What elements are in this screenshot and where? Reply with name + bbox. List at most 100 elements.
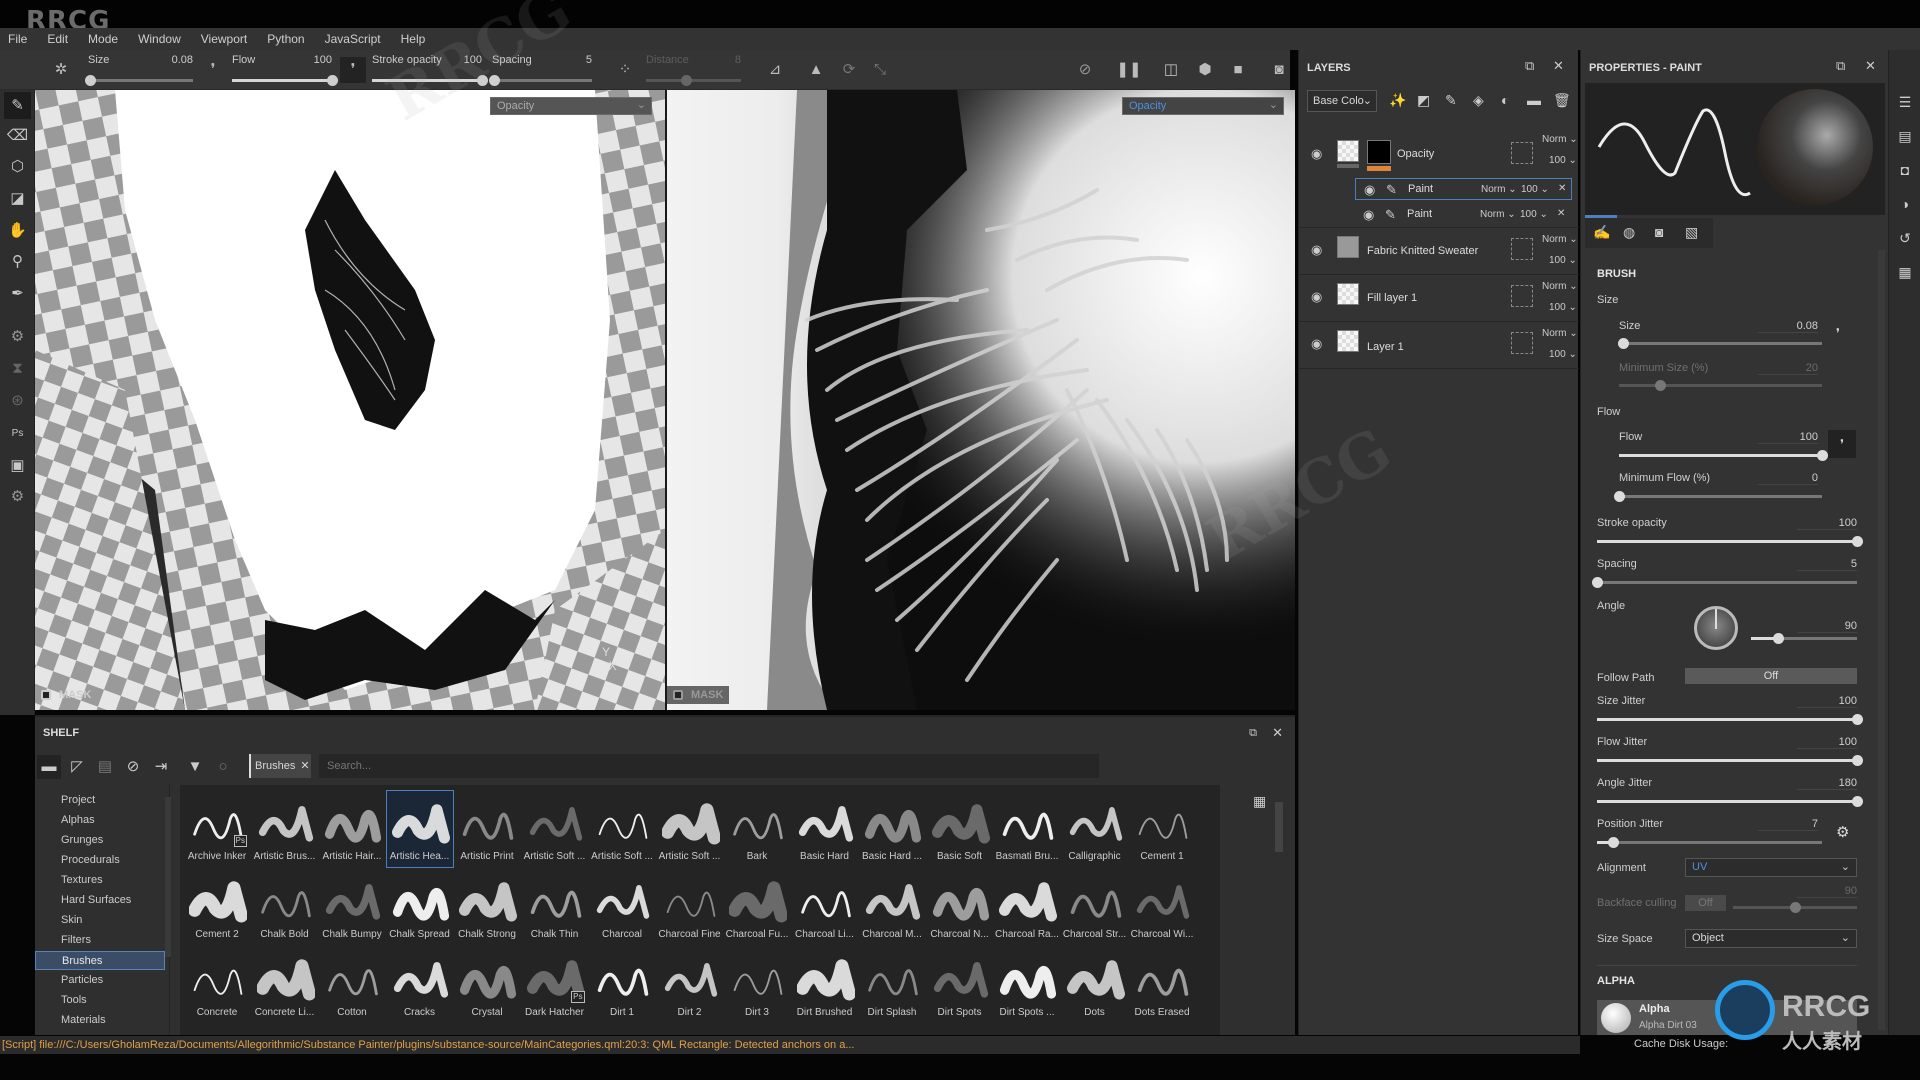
layer-mask-slot[interactable] <box>1511 238 1533 260</box>
shelf-category-grunges[interactable]: Grunges <box>35 831 165 850</box>
layer-mask-slot[interactable] <box>1511 285 1533 307</box>
blend-mode-select[interactable]: Norm ⌄ <box>1481 184 1517 195</box>
size-slider[interactable] <box>1618 338 1822 349</box>
blend-mode-select[interactable]: Norm ⌄ <box>1542 234 1578 245</box>
shelf-item[interactable]: Dirt 1 <box>589 947 655 1023</box>
pen-pressure-icon[interactable]: ❜ <box>1836 326 1840 340</box>
shelf-category-particles[interactable]: Particles <box>35 971 165 990</box>
menu-mode[interactable]: Mode <box>88 32 118 46</box>
min-flow-value[interactable]: 0 <box>1758 472 1818 485</box>
hide-icon[interactable]: ⊘ <box>1072 57 1098 83</box>
size-space-select[interactable]: Object ⌄ <box>1685 929 1857 948</box>
flow-slider[interactable] <box>1619 450 1828 461</box>
shelf-item[interactable]: Artistic Hair... <box>319 791 385 867</box>
grid-view-icon[interactable]: ▦ <box>1253 793 1266 810</box>
close-icon[interactable]: ✕ <box>1553 58 1564 74</box>
shelf-item[interactable]: Chalk Bumpy <box>319 869 385 945</box>
reset-filter-icon[interactable]: ○ <box>211 755 235 779</box>
shelf-category-materials[interactable]: Materials <box>35 1011 165 1030</box>
add-fill-layer-icon[interactable]: ◈ <box>1473 92 1484 109</box>
flow-jitter-value[interactable]: 100 <box>1797 736 1857 749</box>
shelf-item[interactable]: Dark Hatcher Ps <box>522 947 588 1023</box>
backface-culling-value[interactable]: 90 <box>1797 885 1857 898</box>
save-icon[interactable]: ▤ <box>93 755 117 779</box>
slider-knob[interactable] <box>1817 450 1828 461</box>
min-size-slider[interactable] <box>1619 380 1822 391</box>
viewport-3d-mask-toggle[interactable]: MASK <box>35 686 97 704</box>
alpha-tab[interactable]: ◍ <box>1623 224 1635 241</box>
shelf-item[interactable]: Basic Hard <box>792 791 858 867</box>
settings-icon[interactable]: ⚙ <box>4 483 31 510</box>
shelf-category-tools[interactable]: Tools <box>35 991 165 1010</box>
slider-knob[interactable] <box>1790 902 1801 913</box>
symmetry-icon[interactable]: ▲ <box>803 57 829 83</box>
slider-track[interactable] <box>232 75 338 86</box>
visibility-eye-icon[interactable]: ◉ <box>1363 207 1374 223</box>
flow-value[interactable]: 100 <box>1758 431 1818 444</box>
shelf-item[interactable]: Artistic Soft ... <box>657 791 723 867</box>
shelf-category-project[interactable]: Project <box>35 791 165 810</box>
shelf-category-textures[interactable]: Textures <box>35 871 165 890</box>
clone-stamp-icon[interactable]: ⚲ <box>4 248 31 275</box>
slider-track[interactable] <box>372 75 488 86</box>
shelf-item[interactable]: Artistic Soft ... <box>522 791 588 867</box>
viewport-2d-channel-select[interactable]: Opacity ⌄ <box>1122 97 1284 115</box>
shelf-item[interactable]: Archive Inker Ps <box>184 791 250 867</box>
toolbar-flow-slider[interactable]: Flow 100 <box>232 52 338 88</box>
toolbar-distance-slider[interactable]: Distance 8 <box>646 52 741 88</box>
toolbar-spacing-slider[interactable]: Spacing 5 <box>489 52 592 88</box>
paint-sublayer-selected[interactable]: ◉ ✎ Paint Norm ⌄ 100 ⌄ ✕ <box>1355 178 1572 200</box>
shelf-item[interactable]: Chalk Bold <box>252 869 318 945</box>
add-mask-icon[interactable]: ◩ <box>1417 92 1430 109</box>
layer-opacity-select[interactable]: 100 ⌄ <box>1549 302 1577 313</box>
display-3d-icon[interactable]: ⬢ <box>1192 57 1218 83</box>
shelf-category-procedurals[interactable]: Procedurals <box>35 851 165 870</box>
menu-viewport[interactable]: Viewport <box>201 32 247 46</box>
hourglass-icon[interactable]: ⧗ <box>4 355 31 382</box>
slider-knob[interactable] <box>477 75 488 86</box>
min-flow-slider[interactable] <box>1614 491 1822 502</box>
add-effect-icon[interactable]: ✨ <box>1389 92 1406 109</box>
visibility-eye-icon[interactable]: ◉ <box>1311 146 1322 162</box>
undock-icon[interactable]: ⧉ <box>1525 58 1534 74</box>
add-folder-icon[interactable]: ▬ <box>1527 92 1541 108</box>
bake-icon[interactable]: ⚙ <box>4 323 31 350</box>
pen-pressure-flow-icon[interactable]: ❜ <box>340 57 366 83</box>
slider-knob[interactable] <box>1614 491 1625 502</box>
slider-track[interactable] <box>646 75 741 86</box>
alignment-select[interactable]: UV ⌄ <box>1685 858 1857 877</box>
slider-knob[interactable] <box>1618 338 1630 349</box>
layer-mask-slot[interactable] <box>1511 142 1533 164</box>
stroke-opacity-slider[interactable] <box>1597 536 1863 547</box>
texture-set-settings-icon[interactable]: ▤ <box>1895 126 1915 146</box>
viewport-2d[interactable]: Opacity ⌄ MASK <box>667 90 1295 710</box>
slider-knob[interactable] <box>1852 536 1863 547</box>
spacing-slider[interactable] <box>1592 577 1857 588</box>
remove-icon[interactable]: ✕ <box>1557 208 1565 219</box>
shelf-item[interactable]: Charcoal <box>589 869 655 945</box>
layer-opacity-select[interactable]: 100 ⌄ <box>1549 349 1577 360</box>
shelf-search-input[interactable] <box>319 754 1099 778</box>
viewport-3d-channel-select[interactable]: Opacity ⌄ <box>490 97 652 115</box>
shelf-item[interactable]: Artistic Hea... <box>385 790 454 868</box>
shelf-item[interactable]: Charcoal N... <box>927 869 993 945</box>
viewport-3d[interactable]: Opacity ⌄ MASK Y X <box>35 90 665 710</box>
menu-help[interactable]: Help <box>401 32 426 46</box>
import-icon[interactable]: ⇥ <box>149 755 173 779</box>
channel-select[interactable]: Base Colo ⌄ <box>1307 90 1377 112</box>
blend-mode-select[interactable]: Norm ⌄ <box>1542 134 1578 145</box>
shelf-item[interactable]: Charcoal Li... <box>792 869 858 945</box>
shelf-item[interactable]: Artistic Soft ... <box>589 791 655 867</box>
shelf-item[interactable]: Concrete <box>184 947 250 1023</box>
position-jitter-slider[interactable] <box>1597 837 1822 848</box>
shelf-item[interactable]: Basic Hard ... <box>859 791 925 867</box>
shelf-item[interactable]: Charcoal Fine <box>657 869 723 945</box>
slider-track[interactable] <box>85 75 193 86</box>
camera-icon[interactable]: ■ <box>1225 57 1251 83</box>
shelf-category-skin[interactable]: Skin <box>35 911 165 930</box>
layer-opacity-select[interactable]: 100 ⌄ <box>1549 255 1577 266</box>
symmetry-settings-icon[interactable]: ⟳ <box>836 57 862 83</box>
shelf-item[interactable]: Concrete Li... <box>252 947 318 1023</box>
categories-scrollbar[interactable] <box>165 797 171 957</box>
visibility-eye-icon[interactable]: ◉ <box>1364 182 1375 198</box>
